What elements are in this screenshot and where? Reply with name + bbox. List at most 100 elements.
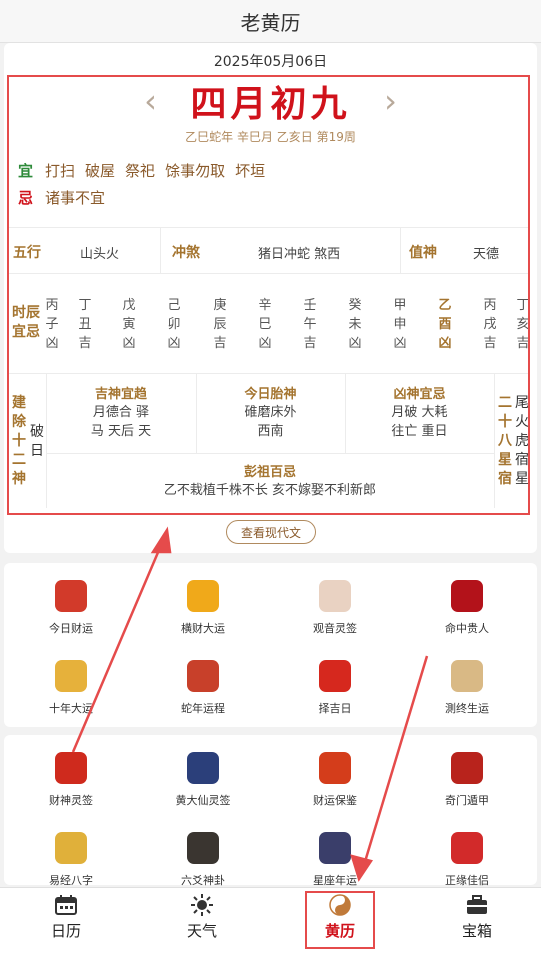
feature-tile-label: 命中贵人 (445, 622, 489, 635)
yi-item: 馀事勿取 (165, 162, 226, 180)
zodiac-icon (319, 832, 351, 864)
tab-toolbox[interactable]: 宝箱 (437, 894, 517, 941)
jianchu-label: 建除十二神 (12, 395, 26, 487)
zhishen-value: 天德 (473, 247, 500, 262)
bagua-coin-icon (55, 660, 87, 692)
lifetime-fortune-icon (451, 660, 483, 692)
hour-gan: 丙 (45, 298, 59, 313)
hour-zhi: 寅 (122, 317, 136, 332)
feature-tile-label: 六爻神卦 (181, 874, 225, 887)
tab-label: 天气 (186, 922, 217, 940)
tab-label: 日历 (50, 922, 81, 940)
yi-item: 祭祀 (125, 162, 156, 180)
feature-tile-label: 观音灵签 (313, 622, 357, 635)
huangdaxian-icon (187, 752, 219, 784)
hour-gan: 己 (167, 298, 181, 313)
tab-calendar[interactable]: 日历 (26, 894, 106, 941)
hour-luck: 凶 (122, 336, 136, 351)
xiongshen-line: 往亡 重日 (391, 424, 448, 439)
hour-luck: 凶 (258, 336, 272, 351)
hour-luck: 吉 (516, 336, 530, 351)
snake-year-icon (187, 660, 219, 692)
feature-tile-label: 财神灵签 (49, 794, 93, 807)
divider (9, 273, 530, 274)
hour-gan: 癸 (348, 298, 362, 313)
feature-tile-label: 蛇年运程 (181, 702, 225, 715)
hour-gan: 丁 (516, 298, 530, 313)
calendar-icon (54, 894, 78, 916)
hour-gan: 庚 (213, 298, 227, 313)
divider (160, 227, 161, 273)
hour-zhi: 丑 (78, 317, 92, 332)
taishen-line: 西南 (257, 424, 284, 439)
feature-tile[interactable]: 測终生运 (402, 660, 532, 716)
feature-tile-label: 星座年运 (313, 874, 357, 887)
prev-day-button[interactable]: ‹ (130, 82, 170, 120)
ji-label: 忌 (18, 189, 34, 207)
feature-tile[interactable]: 正缘佳侣 (402, 832, 532, 888)
weather-icon (190, 894, 214, 916)
wuxing-label: 五行 (13, 245, 41, 261)
wealth-book-icon (319, 752, 351, 784)
hour-gan: 丁 (78, 298, 92, 313)
tab-weather[interactable]: 天气 (162, 894, 242, 941)
xiongshen-line: 月破 大耗 (391, 405, 448, 420)
hour-gan: 辛 (258, 298, 272, 313)
next-day-button[interactable]: › (371, 82, 411, 120)
feature-tile-label: 正缘佳侣 (445, 874, 489, 887)
feature-tile[interactable]: 易经八字 (6, 832, 136, 888)
yinyang-icon (328, 894, 352, 916)
tab-almanac[interactable]: 黄历 (300, 894, 380, 941)
liuyao-icon (187, 832, 219, 864)
ji-scroll-icon (319, 660, 351, 692)
wuxing-value: 山头火 (80, 247, 120, 262)
feature-tile[interactable]: 蛇年运程 (138, 660, 268, 716)
hour-luck: 凶 (438, 336, 452, 351)
feature-tile[interactable]: 财神灵签 (6, 752, 136, 808)
bottom-tab-bar: 日历 天气 黄历 宝箱 (0, 887, 541, 955)
feature-tile[interactable]: 观音灵签 (270, 580, 400, 636)
feature-tile-label: 奇门遁甲 (445, 794, 489, 807)
divider (494, 373, 495, 508)
feature-tile-label: 择吉日 (318, 702, 352, 715)
feature-tile-label: 横财大运 (181, 622, 225, 635)
hour-luck: 凶 (45, 336, 59, 351)
guanyin-icon (319, 580, 351, 612)
feature-tile-label: 黄大仙灵签 (175, 794, 231, 807)
hour-zhi: 戌 (483, 317, 497, 332)
yi-row: 宜 打扫 破屋 祭祀 馀事勿取 坏垣 (18, 160, 275, 181)
feature-tile-label: 易经八字 (49, 874, 93, 887)
feature-tile[interactable]: 择吉日 (270, 660, 400, 716)
hour-column: 乙酉凶 (437, 296, 453, 353)
feature-tile[interactable]: 六爻神卦 (138, 832, 268, 888)
caishen-lot-icon (55, 752, 87, 784)
feature-tile[interactable]: 命中贵人 (402, 580, 532, 636)
hour-column: 庚辰吉 (212, 296, 228, 353)
view-modern-text-button[interactable]: 查看现代文 (226, 520, 316, 544)
feature-tile[interactable]: 财运保鉴 (270, 752, 400, 808)
jishen-line: 马 天后 天 (90, 424, 152, 439)
hour-luck: 凶 (348, 336, 362, 351)
lunar-date: 四月初九 (190, 83, 351, 125)
xiu-value: 尾火虎宿星 (515, 395, 529, 487)
hour-luck: 吉 (78, 336, 92, 351)
pengzu-title: 彭祖百忌 (243, 465, 296, 480)
feature-tile[interactable]: 十年大运 (6, 660, 136, 716)
hour-gan: 戊 (122, 298, 136, 313)
yijing-icon (55, 832, 87, 864)
hour-zhi: 未 (348, 317, 362, 332)
caishen-icon (55, 580, 87, 612)
hour-gan: 壬 (303, 298, 317, 313)
divider (9, 227, 530, 228)
feature-tile[interactable]: 黄大仙灵签 (138, 752, 268, 808)
feature-tile[interactable]: 奇门遁甲 (402, 752, 532, 808)
lunar-date-row: ‹ 四月初九 › (0, 78, 541, 125)
hour-zhi: 辰 (213, 317, 227, 332)
hour-zhi: 酉 (438, 317, 452, 332)
feature-tile[interactable]: 今日财运 (6, 580, 136, 636)
solar-date: 2025年05月06日 (213, 54, 328, 70)
feature-tile[interactable]: 横财大运 (138, 580, 268, 636)
feature-tile[interactable]: 星座年运 (270, 832, 400, 888)
hour-column: 甲申凶 (392, 296, 408, 353)
xiongshen-title: 凶神宜忌 (393, 387, 446, 402)
